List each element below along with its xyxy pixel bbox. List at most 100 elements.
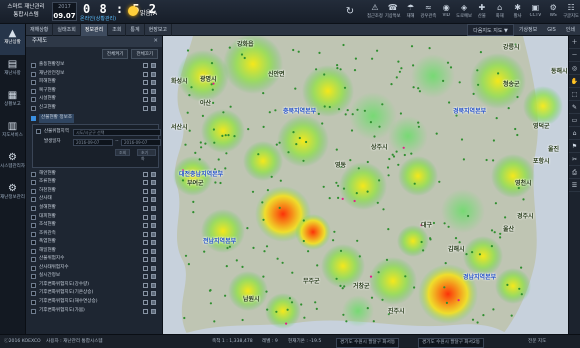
map-tool-button[interactable]: ◎ <box>569 62 580 75</box>
map-tool-button[interactable]: ▭ <box>569 114 580 127</box>
layer-item[interactable]: 실시간정보 <box>30 272 162 281</box>
tab-item[interactable]: 재해상황 <box>26 24 54 36</box>
toolbar-button[interactable]: ⚙ WS <box>544 2 562 22</box>
checkbox[interactable] <box>31 248 36 254</box>
legend-icon[interactable] <box>151 282 156 288</box>
all-on-button[interactable]: 전체켜기 <box>101 49 129 59</box>
settings-icon[interactable] <box>143 282 148 288</box>
checkbox[interactable] <box>31 71 36 77</box>
weather-location[interactable]: 경기도 수원시 팔달구 화서동 <box>336 338 400 348</box>
settings-icon[interactable] <box>143 214 148 220</box>
checkbox[interactable] <box>31 223 36 229</box>
legend-icon[interactable] <box>151 71 156 77</box>
settings-icon[interactable] <box>143 248 148 254</box>
settings-icon[interactable] <box>143 197 148 203</box>
legend-icon[interactable] <box>151 291 156 297</box>
toolbar-button[interactable]: ✚ 산불 <box>473 2 491 22</box>
legend-icon[interactable] <box>151 308 156 314</box>
legend-icon[interactable] <box>151 257 156 263</box>
map-tool-button[interactable]: ＋ <box>569 36 580 49</box>
settings-icon[interactable] <box>143 240 148 246</box>
map-tool-button[interactable]: ✋ <box>569 75 580 88</box>
settings-icon[interactable] <box>143 88 148 94</box>
settings-icon[interactable] <box>143 180 148 186</box>
refresh-icon[interactable]: ↻ <box>344 6 356 18</box>
settings-icon[interactable] <box>143 308 148 314</box>
tab-item[interactable]: 현장보고 <box>145 24 173 36</box>
legend-icon[interactable] <box>151 265 156 271</box>
layer-item[interactable]: 시설현황 <box>30 95 162 104</box>
nav-item[interactable]: ▤ 재난사항 <box>0 55 25 86</box>
legend-icon[interactable] <box>151 231 156 237</box>
legend-icon[interactable] <box>151 97 156 103</box>
date-from-input[interactable]: 2016-09-07 <box>73 138 113 146</box>
toolbar-button[interactable]: ◉ VID <box>437 2 455 22</box>
nav-item[interactable]: ⚙ 재난정보관리 <box>0 179 25 210</box>
toolbar-button[interactable]: ⌂ 화재 <box>491 2 509 22</box>
reset-button[interactable]: 초기화 <box>137 148 156 161</box>
map-tool-button[interactable]: ⎙ <box>569 166 580 179</box>
checkbox[interactable] <box>31 282 36 288</box>
tab-item[interactable]: 통계 <box>126 24 145 36</box>
toolbar-button[interactable]: ◈ 도로예보 <box>455 2 473 22</box>
layer-item[interactable]: 신고현황 <box>30 104 162 113</box>
nav-item[interactable]: ▥ 지도서비스 <box>0 117 25 148</box>
checkbox[interactable] <box>31 300 36 306</box>
checkbox[interactable] <box>31 291 36 297</box>
tab-item[interactable]: 정보관리 <box>80 24 109 36</box>
nav-item[interactable]: ▲ 재난상황 <box>0 24 25 55</box>
settings-icon[interactable] <box>143 274 148 280</box>
settings-icon[interactable] <box>143 300 148 306</box>
settings-icon[interactable] <box>143 257 148 263</box>
map-tool-button[interactable]: ✎ <box>569 101 580 114</box>
settings-icon[interactable] <box>143 291 148 297</box>
tab-right-item[interactable]: 인쇄 <box>561 24 580 36</box>
layer-item[interactable]: 하천현황 <box>30 187 162 196</box>
layer-item[interactable]: 조류현황 <box>30 178 162 187</box>
legend-icon[interactable] <box>151 300 156 306</box>
legend-icon[interactable] <box>151 80 156 86</box>
layer-item[interactable]: 피해현황 <box>30 78 162 87</box>
legend-icon[interactable] <box>151 197 156 203</box>
layer-item[interactable]: 산사태 <box>30 195 162 204</box>
layer-item[interactable]: 기후변화위험지도(기온상승) <box>30 289 162 298</box>
map-tool-button[interactable]: ⌂ <box>569 127 580 140</box>
settings-icon[interactable] <box>143 188 148 194</box>
toolbar-button[interactable]: ☎ 기상특보 <box>384 2 402 22</box>
checkbox[interactable] <box>31 274 36 280</box>
checkbox[interactable] <box>31 105 36 111</box>
settings-icon[interactable] <box>143 206 148 212</box>
checkbox[interactable] <box>31 197 36 203</box>
settings-icon[interactable] <box>143 265 148 271</box>
settings-icon[interactable] <box>143 80 148 86</box>
layer-item[interactable]: 기후변화위험지도(가뭄) <box>30 307 162 316</box>
close-icon[interactable]: ✕ <box>153 36 158 47</box>
checkbox[interactable] <box>31 240 36 246</box>
checkbox[interactable] <box>31 308 36 314</box>
legend-icon[interactable] <box>151 223 156 229</box>
layer-item[interactable]: 기후변화위험지도(강수량) <box>30 281 162 290</box>
tab-item[interactable]: 실태조회 <box>53 24 81 36</box>
legend-icon[interactable] <box>151 88 156 94</box>
tab-right-item[interactable]: 기상정보 <box>514 24 542 36</box>
toolbar-button[interactable]: ☂ 재해 <box>402 2 420 22</box>
legend-icon[interactable] <box>151 63 156 68</box>
checkbox[interactable] <box>31 80 36 86</box>
layer-item[interactable]: 기후변화위험지도(해수면상승) <box>30 298 162 307</box>
layer-item-expanded[interactable]: 산불현황 정보조 <box>30 114 162 123</box>
toolbar-button[interactable]: ⚠ 접근조정 <box>366 2 384 22</box>
heatmap-map[interactable]: 강화읍 광명시 화성시 아산 서산시 신안면 충북지역본부 대전충남지역본부 부여군 영동 상주시 청… <box>163 36 568 334</box>
checkbox[interactable] <box>31 214 36 220</box>
checkbox[interactable] <box>31 88 36 94</box>
legend-icon[interactable] <box>151 214 156 220</box>
tab-right-item[interactable]: 다음지도 지도 ▼ <box>467 24 514 36</box>
layer-item[interactable]: 재난안전정보 <box>30 70 162 79</box>
toolbar-button[interactable]: ≈ 강우관측 <box>419 2 437 22</box>
settings-icon[interactable] <box>143 63 148 68</box>
settings-icon[interactable] <box>143 105 148 111</box>
layer-item[interactable]: 폭염현황 <box>30 238 162 247</box>
settings-icon[interactable] <box>143 231 148 237</box>
legend-icon[interactable] <box>151 206 156 212</box>
legend-icon[interactable] <box>151 180 156 186</box>
layer-item[interactable]: 설해현황 <box>30 204 162 213</box>
